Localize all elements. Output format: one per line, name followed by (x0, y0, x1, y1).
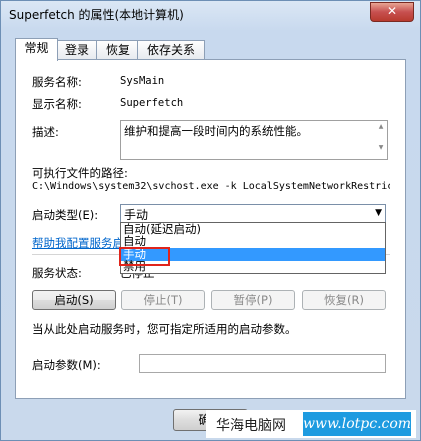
tab-dependencies[interactable]: 依存关系 (137, 40, 205, 60)
service-name-label: 服务名称: (32, 75, 82, 89)
path-label: 可执行文件的路径: (32, 166, 128, 180)
resume-button[interactable]: 恢复(R) (302, 290, 386, 310)
startup-type-label: 启动类型(E): (32, 208, 99, 222)
description-label: 描述: (32, 125, 59, 139)
highlight-box (119, 247, 170, 266)
help-configure-link[interactable]: 帮助我配置服务启 (32, 235, 124, 251)
watermark-text: 华海电脑网 (216, 418, 286, 434)
watermark: 华海电脑网 www.lotpc.com (206, 410, 416, 438)
pause-button[interactable]: 暂停(P) (211, 290, 295, 310)
start-params-input[interactable] (139, 354, 386, 373)
tab-login[interactable]: 登录 (55, 40, 99, 60)
service-status-label: 服务状态: (32, 266, 82, 280)
stop-button[interactable]: 停止(T) (121, 290, 205, 310)
startup-type-select[interactable]: 手动 ▼ (120, 204, 386, 223)
general-panel: 服务名称: SysMain 显示名称: Superfetch 描述: 维护和提高… (15, 59, 406, 399)
chevron-down-icon[interactable]: ▼ (375, 208, 382, 218)
description-scrollbar[interactable]: ▲ ▼ (376, 123, 386, 151)
startup-type-selected: 手动 (124, 208, 149, 222)
start-params-hint: 当从此处启动服务时，您可指定所适用的启动参数。 (32, 322, 297, 336)
watermark-site: www.lotpc.com (303, 412, 411, 436)
start-params-label: 启动参数(M): (32, 358, 101, 372)
display-name-label: 显示名称: (32, 97, 82, 111)
window-title: Superfetch 的属性(本地计算机) (9, 8, 184, 22)
close-button[interactable]: ✕ (370, 2, 414, 22)
tab-general[interactable]: 常规 (15, 38, 58, 61)
service-name-value: SysMain (120, 75, 165, 87)
display-name-value: Superfetch (120, 97, 184, 109)
start-button[interactable]: 启动(S) (32, 290, 116, 310)
path-value: C:\Windows\system32\svchost.exe -k Local… (32, 181, 390, 192)
description-box[interactable]: 维护和提高一段时间内的系统性能。 ▲ ▼ (120, 120, 388, 160)
tab-recovery[interactable]: 恢复 (96, 40, 140, 60)
properties-window: Superfetch 的属性(本地计算机) ✕ 常规 登录 恢复 依存关系 服务… (0, 0, 421, 441)
description-text: 维护和提高一段时间内的系统性能。 (124, 124, 308, 138)
